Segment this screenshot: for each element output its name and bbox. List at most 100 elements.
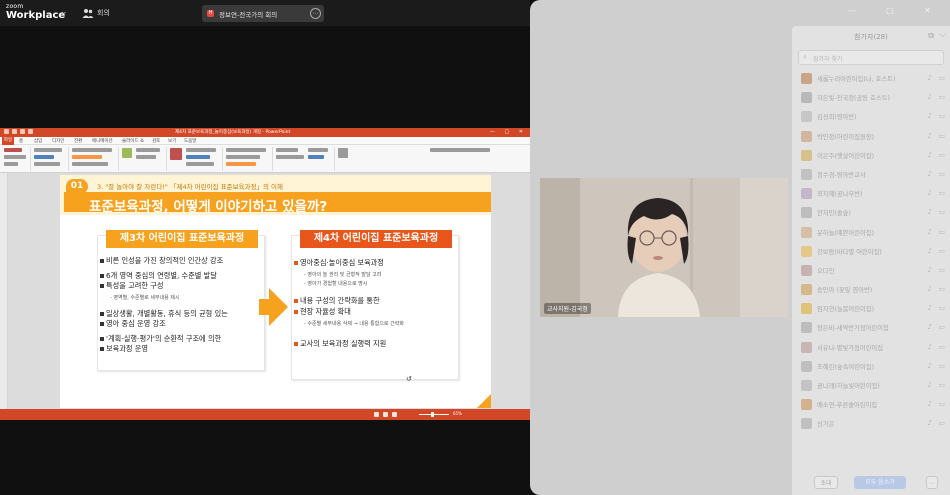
- mic-icon[interactable]: ♪: [928, 247, 932, 255]
- camera-icon[interactable]: ▭: [938, 362, 945, 370]
- ppt-tab-review[interactable]: 검토: [152, 138, 160, 144]
- participant-video-tile[interactable]: 교사지원-김국정: [540, 178, 788, 317]
- meeting-label[interactable]: 회의: [97, 8, 110, 18]
- camera-icon[interactable]: ▭: [938, 74, 945, 82]
- camera-icon[interactable]: ▭: [938, 285, 945, 293]
- participant-row[interactable]: 조혜린(숲속어린이집) ♪ ▭: [792, 357, 950, 376]
- participant-row[interactable]: 최지혜(꿈나무반) ♪ ▭: [792, 184, 950, 203]
- participants-title: 참가자(28): [854, 33, 888, 41]
- pop-out-icon[interactable]: ⧉: [928, 31, 934, 41]
- ppt-tab-animations[interactable]: 애니메이션: [92, 138, 113, 144]
- mic-icon[interactable]: ♪: [928, 93, 932, 101]
- close-panel-icon[interactable]: ⌵: [939, 30, 946, 40]
- mic-icon[interactable]: ♪: [928, 362, 932, 370]
- ppt-tab-transitions[interactable]: 전환: [74, 138, 82, 144]
- slide-subtitle: 3. "잘 놀아야 잘 자란다!" 「제4차 어린이집 표준보육과정」의 이해: [97, 183, 283, 191]
- mic-icon[interactable]: ♪: [928, 419, 932, 427]
- ppt-document-title: 제4차 표준보육과정_놀이중심(보육과정) 개정 - PowerPoint: [175, 130, 291, 135]
- camera-icon[interactable]: ▭: [938, 400, 945, 408]
- camera-icon[interactable]: ▭: [938, 343, 945, 351]
- ppt-tab-view[interactable]: 보기: [168, 138, 176, 144]
- participant-name: 배소연-푸른솔어린이집: [817, 402, 878, 410]
- invite-button[interactable]: 초대: [814, 476, 838, 489]
- avatar: [801, 264, 812, 276]
- ppt-tab-slideshow[interactable]: 슬라이드 쇼: [122, 138, 144, 144]
- mic-icon[interactable]: ♪: [928, 343, 932, 351]
- camera-icon[interactable]: ▭: [938, 208, 945, 216]
- camera-icon[interactable]: ▭: [938, 170, 945, 178]
- participant-row[interactable]: 오다인 ♪ ▭: [792, 261, 950, 280]
- mute-all-button[interactable]: 모두 음소거: [854, 476, 906, 489]
- camera-icon[interactable]: ▭: [938, 228, 945, 236]
- ppt-slide-thumbnail-strip[interactable]: [0, 173, 8, 409]
- camera-icon[interactable]: ▭: [938, 189, 945, 197]
- participant-row[interactable]: 윤하늘(예쁜어린이집) ♪ ▭: [792, 223, 950, 242]
- mic-icon[interactable]: ♪: [928, 323, 932, 331]
- mic-icon[interactable]: ♪: [928, 228, 932, 236]
- participant-row[interactable]: 김선희(영아반) ♪ ▭: [792, 107, 950, 126]
- ppt-tab-home[interactable]: 홈: [19, 138, 23, 144]
- participant-row[interactable]: 배소연-푸른솔어린이집 ♪ ▭: [792, 395, 950, 414]
- mic-icon[interactable]: ♪: [928, 74, 932, 82]
- close-icon[interactable]: ✕: [924, 6, 931, 15]
- camera-icon[interactable]: ▭: [938, 381, 945, 389]
- camera-icon[interactable]: ▭: [938, 112, 945, 120]
- mic-icon[interactable]: ♪: [928, 381, 932, 389]
- participant-row[interactable]: 서유나-별빛가정어린이집 ♪ ▭: [792, 338, 950, 357]
- mic-icon[interactable]: ♪: [928, 132, 932, 140]
- mic-icon[interactable]: ♪: [928, 189, 932, 197]
- meeting-tab[interactable]: H 정보연-전국가의 회의 ⋯: [202, 5, 324, 22]
- mic-icon[interactable]: ♪: [928, 285, 932, 293]
- chevron-down-icon[interactable]: ⌄: [60, 7, 68, 17]
- participant-row[interactable]: 한지민(솔숲) ♪ ▭: [792, 203, 950, 222]
- right-bullet-cont: 현장 자율성 확대: [294, 307, 351, 316]
- mic-icon[interactable]: ♪: [928, 112, 932, 120]
- camera-icon[interactable]: ▭: [938, 93, 945, 101]
- participant-row[interactable]: 강보람(바다별 어린이집) ♪ ▭: [792, 242, 950, 261]
- participant-list[interactable]: 새롬누리어린이집(나, 호스트) ♪ ▭ 하은빛-진국정(공동 호스트) ♪ ▭ 김선희…: [792, 69, 950, 434]
- ppt-tab-insert[interactable]: 삽입: [34, 138, 42, 144]
- ppt-zoom-slider[interactable]: 65%: [405, 411, 465, 417]
- mic-icon[interactable]: ♪: [928, 304, 932, 312]
- more-button[interactable]: ⋯: [926, 476, 938, 489]
- camera-icon[interactable]: ▭: [938, 304, 945, 312]
- participant-row[interactable]: 임지현(늘봄어린이집) ♪ ▭: [792, 299, 950, 318]
- camera-icon[interactable]: ▭: [938, 266, 945, 274]
- participant-row[interactable]: 박민정(어린이집원장) ♪ ▭: [792, 127, 950, 146]
- camera-icon[interactable]: ▭: [938, 132, 945, 140]
- participant-search-input[interactable]: ⌕ 참가자 찾기: [798, 50, 944, 65]
- participant-row[interactable]: 송민아 (꽃잎 영아반) ♪ ▭: [792, 280, 950, 299]
- mic-icon[interactable]: ♪: [928, 208, 932, 216]
- mic-icon[interactable]: ♪: [928, 400, 932, 408]
- maximize-icon[interactable]: ▢: [886, 6, 894, 15]
- participant-row[interactable]: 장은비-새싹반가정어린이집 ♪ ▭: [792, 318, 950, 337]
- avatar: [801, 73, 812, 84]
- reading-view-icon[interactable]: [392, 412, 397, 417]
- mic-icon[interactable]: ♪: [928, 151, 932, 159]
- participant-row[interactable]: 하은빛-진국정(공동 호스트) ♪ ▭: [792, 88, 950, 107]
- camera-icon[interactable]: ▭: [938, 419, 945, 427]
- ppt-tab-help[interactable]: 도움말: [184, 138, 196, 144]
- ppt-window-controls[interactable]: — ▢ ✕: [490, 129, 527, 135]
- participant-row[interactable]: 이은주(햇살어린이집) ♪ ▭: [792, 146, 950, 165]
- left-bullet-cont: 영아 중심 운영 강조: [100, 319, 166, 328]
- participant-row[interactable]: 정수경-영아반교사 ♪ ▭: [792, 165, 950, 184]
- participant-row[interactable]: 권나래(하늘빛어린이집) ♪ ▭: [792, 376, 950, 395]
- meeting-people-icon[interactable]: [82, 7, 94, 19]
- camera-icon[interactable]: ▭: [938, 151, 945, 159]
- ppt-tab-design[interactable]: 디자인: [52, 138, 64, 144]
- sorter-view-icon[interactable]: [383, 412, 388, 417]
- quick-access-toolbar[interactable]: [4, 129, 40, 136]
- normal-view-icon[interactable]: [374, 412, 379, 417]
- ppt-ribbon[interactable]: [0, 145, 531, 173]
- minimize-icon[interactable]: —: [848, 6, 856, 15]
- mic-icon[interactable]: ♪: [928, 266, 932, 274]
- participant-row[interactable]: 신가은 ♪ ▭: [792, 414, 950, 433]
- camera-icon[interactable]: ▭: [938, 323, 945, 331]
- mic-icon[interactable]: ♪: [928, 170, 932, 178]
- participant-row[interactable]: 새롬누리어린이집(나, 호스트) ♪ ▭: [792, 69, 950, 88]
- more-options-icon[interactable]: ⋯: [310, 8, 321, 19]
- ppt-file-tab[interactable]: 파일: [2, 137, 14, 145]
- camera-icon[interactable]: ▭: [938, 247, 945, 255]
- zoom-workplace-logo[interactable]: zoom Workplace: [6, 4, 65, 21]
